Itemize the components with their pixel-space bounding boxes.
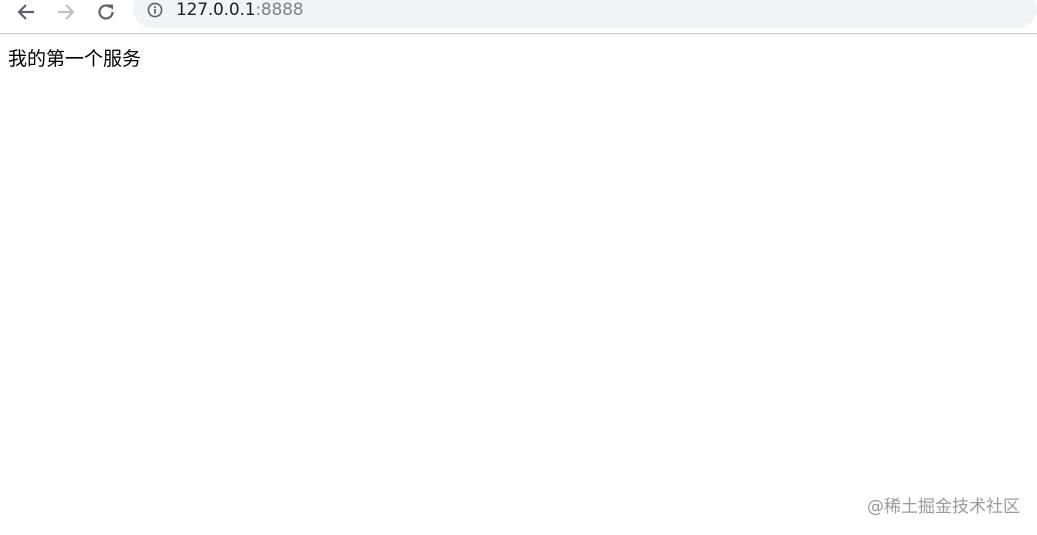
browser-toolbar: 127.0.0.1:8888 — [0, 0, 1037, 34]
url-host: 127.0.0.1 — [176, 0, 256, 20]
reload-button[interactable] — [92, 0, 120, 24]
page-body-text: 我的第一个服务 — [8, 48, 142, 70]
forward-button[interactable] — [52, 0, 80, 24]
url-port: :8888 — [255, 0, 304, 20]
reload-icon — [98, 4, 114, 20]
info-icon[interactable] — [147, 2, 163, 18]
url-text[interactable]: 127.0.0.1:8888 — [176, 0, 304, 20]
arrow-right-icon — [58, 4, 75, 20]
arrow-left-icon — [17, 4, 34, 20]
back-button[interactable] — [12, 0, 40, 24]
watermark-text: @稀土掘金技术社区 — [867, 497, 1020, 517]
address-bar[interactable]: 127.0.0.1:8888 — [133, 0, 1037, 28]
